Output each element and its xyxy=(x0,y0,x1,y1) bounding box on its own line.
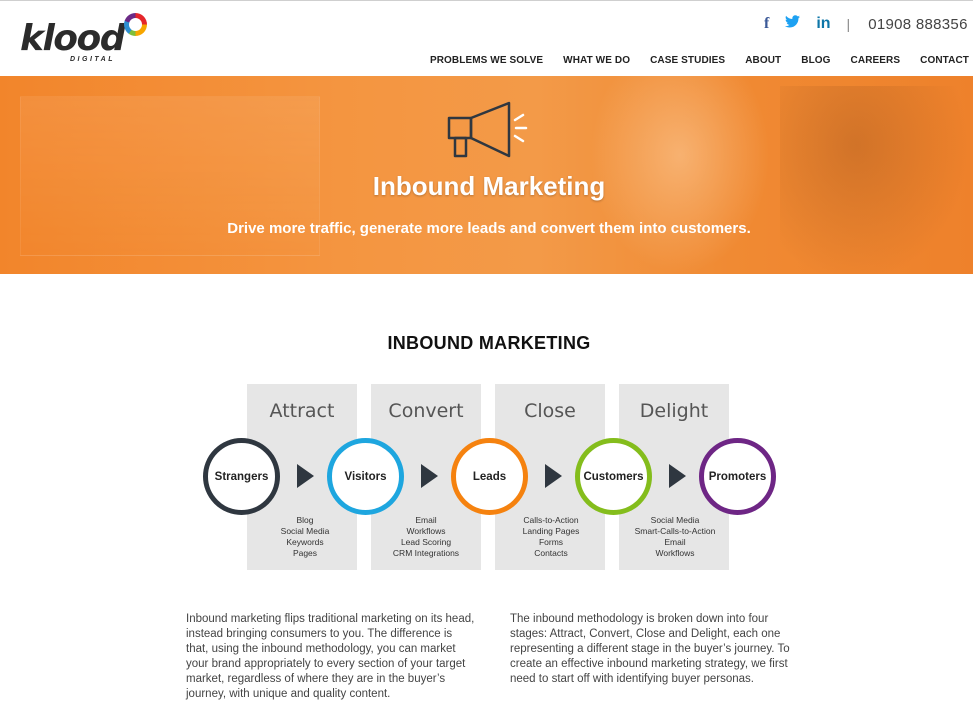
stage-item: Email xyxy=(664,537,686,547)
arrow-right-icon xyxy=(297,464,314,488)
stage-item: Blog xyxy=(296,515,314,525)
hero-title: Inbound Marketing xyxy=(372,171,606,201)
section-title: INBOUND MARKETING xyxy=(387,333,591,353)
arrow-right-icon xyxy=(669,464,686,488)
stage-item: Lead Scoring xyxy=(400,537,452,547)
stage-item: Social Media xyxy=(650,515,700,525)
stage-item: Email xyxy=(415,515,437,525)
stage-items-close: Calls-to-Action Landing Pages Forms Cont… xyxy=(496,515,606,559)
nav-careers[interactable]: CAREERS xyxy=(851,55,901,66)
stage-item: Forms xyxy=(538,537,564,547)
stage-items-attract: Blog Social Media Keywords Pages xyxy=(250,515,360,559)
main-nav: PROBLEMS WE SOLVE WHAT WE DO CASE STUDIE… xyxy=(410,55,969,66)
stage-item: Keywords xyxy=(286,537,324,547)
facebook-icon[interactable]: f xyxy=(764,14,769,34)
stage-item: Workflows xyxy=(655,548,695,558)
klood-logo[interactable]: klood DIGITAL xyxy=(20,13,150,69)
stage-items-delight: Social Media Smart-Calls-to-Action Email… xyxy=(620,515,730,559)
circle-leads: Leads xyxy=(451,438,528,515)
stage-label-attract: Attract xyxy=(269,400,335,422)
stage-item: Pages xyxy=(292,548,318,558)
stage-item: Calls-to-Action xyxy=(523,515,579,525)
header-divider: | xyxy=(846,16,851,32)
arrow-right-icon xyxy=(421,464,438,488)
nav-about[interactable]: ABOUT xyxy=(745,55,781,66)
arrow-right-icon xyxy=(545,464,562,488)
hero-subtitle: Drive more traffic, generate more leads … xyxy=(227,220,751,237)
intro-paragraph-right: The inbound methodology is broken down i… xyxy=(510,613,790,685)
site-header: klood DIGITAL f in | 01908 888356 PROBLE… xyxy=(0,0,973,76)
nav-contact[interactable]: CONTACT xyxy=(920,55,969,66)
stage-item: Smart-Calls-to-Action xyxy=(634,526,716,536)
social-links: f in | 01908 888356 xyxy=(764,14,968,34)
circle-visitors: Visitors xyxy=(327,438,404,515)
nav-problems-we-solve[interactable]: PROBLEMS WE SOLVE xyxy=(430,55,543,66)
stage-item: Workflows xyxy=(406,526,446,536)
nav-blog[interactable]: BLOG xyxy=(801,55,830,66)
circle-customers: Customers xyxy=(575,438,652,515)
stage-item: CRM Integrations xyxy=(392,548,460,558)
stage-item: Landing Pages xyxy=(522,526,580,536)
linkedin-icon[interactable]: in xyxy=(816,14,830,34)
nav-case-studies[interactable]: CASE STUDIES xyxy=(650,55,725,66)
stage-label-delight: Delight xyxy=(639,400,709,422)
stage-label-convert: Convert xyxy=(388,400,464,422)
nav-what-we-do[interactable]: WHAT WE DO xyxy=(563,55,630,66)
logo-ring-icon xyxy=(124,13,147,36)
twitter-icon[interactable] xyxy=(785,14,801,34)
circle-promoters: Promoters xyxy=(699,438,776,515)
phone-number[interactable]: 01908 888356 xyxy=(868,16,968,33)
intro-paragraph-left: Inbound marketing flips traditional mark… xyxy=(186,613,475,700)
stage-items-convert: Email Workflows Lead Scoring CRM Integra… xyxy=(371,515,481,559)
logo-subtitle: DIGITAL xyxy=(70,56,115,63)
stage-label-close: Close xyxy=(524,400,576,422)
circle-strangers: Strangers xyxy=(203,438,280,515)
megaphone-icon xyxy=(447,101,528,158)
stage-item: Contacts xyxy=(534,548,568,558)
logo-wordmark: klood xyxy=(20,18,126,59)
stage-item: Social Media xyxy=(280,526,330,536)
